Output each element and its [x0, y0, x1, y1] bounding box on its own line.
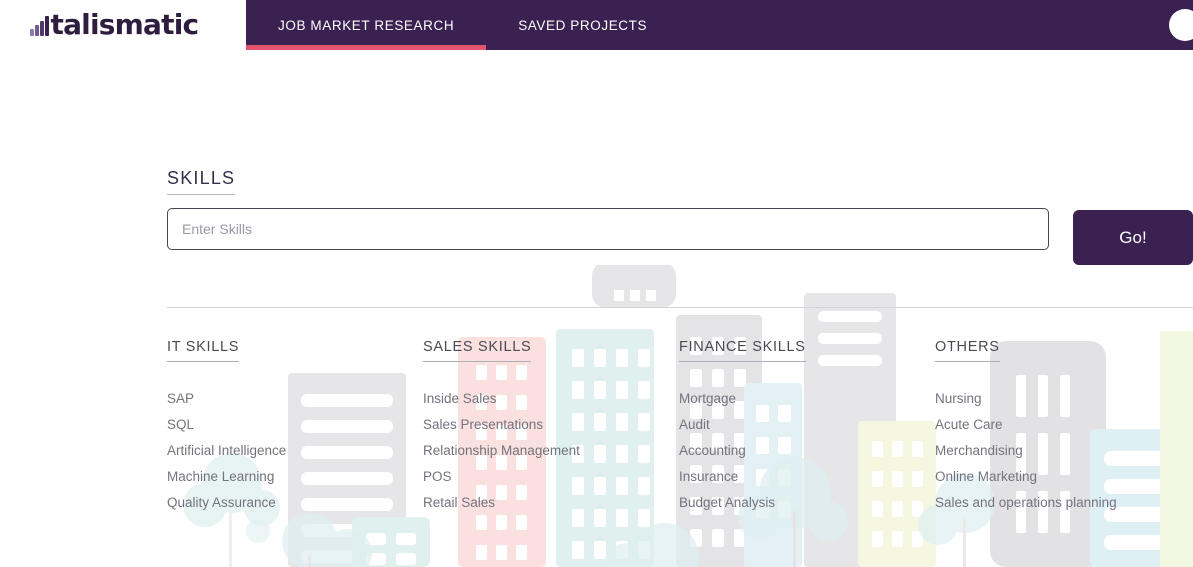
skill-link[interactable]: Insurance [679, 464, 935, 490]
main-nav: JOB MARKET RESEARCH SAVED PROJECTS [246, 0, 679, 50]
skills-section-label: SKILLS [167, 168, 236, 195]
skill-link[interactable]: Audit [679, 412, 935, 438]
go-button[interactable]: Go! [1073, 210, 1193, 265]
nav-item-job-market-research[interactable]: JOB MARKET RESEARCH [246, 0, 487, 50]
skill-link[interactable]: Sales Presentations [423, 412, 679, 438]
column-title: IT SKILLS [167, 339, 240, 362]
skill-link[interactable]: Budget Analysis [679, 490, 935, 516]
active-tab-underline [246, 45, 487, 50]
skill-link[interactable]: Sales and operations planning [935, 490, 1191, 516]
nav-label: SAVED PROJECTS [518, 17, 648, 33]
skill-link[interactable]: Mortgage [679, 386, 935, 412]
skill-link[interactable]: Inside Sales [423, 386, 679, 412]
skills-search-input[interactable] [167, 208, 1049, 250]
skill-link[interactable]: SQL [167, 412, 423, 438]
skill-column-it: IT SKILLS SAP SQL Artificial Intelligenc… [167, 338, 423, 516]
nav-label: JOB MARKET RESEARCH [278, 17, 455, 33]
skill-link[interactable]: SAP [167, 386, 423, 412]
app-root: talismatic JOB MARKET RESEARCH SAVED PRO… [0, 0, 1193, 567]
top-header: talismatic JOB MARKET RESEARCH SAVED PRO… [0, 0, 1193, 50]
logo-text: talismatic [50, 8, 200, 41]
nav-item-saved-projects[interactable]: SAVED PROJECTS [486, 0, 679, 50]
skill-link[interactable]: POS [423, 464, 679, 490]
skill-link[interactable]: Quality Assurance [167, 490, 423, 516]
skill-link[interactable]: Nursing [935, 386, 1191, 412]
bar-chart-icon [30, 14, 49, 36]
skill-link[interactable]: Merchandising [935, 438, 1191, 464]
skill-link[interactable]: Artificial Intelligence [167, 438, 423, 464]
skill-link[interactable]: Relationship Management [423, 438, 679, 464]
skill-column-finance: FINANCE SKILLS Mortgage Audit Accounting… [679, 338, 935, 516]
column-title: FINANCE SKILLS [679, 339, 806, 362]
skill-column-others: OTHERS Nursing Acute Care Merchandising … [935, 338, 1191, 516]
column-title: SALES SKILLS [423, 339, 532, 362]
skill-link[interactable]: Acute Care [935, 412, 1191, 438]
skill-categories: IT SKILLS SAP SQL Artificial Intelligenc… [167, 338, 1193, 516]
main-content: SKILLS Go! IT SKILLS SAP SQL Artificial … [0, 50, 1193, 567]
skill-link[interactable]: Retail Sales [423, 490, 679, 516]
skills-search-row: Go! [167, 208, 1193, 265]
section-divider [167, 307, 1193, 308]
skill-column-sales: SALES SKILLS Inside Sales Sales Presenta… [423, 338, 679, 516]
skill-link[interactable]: Machine Learning [167, 464, 423, 490]
avatar[interactable] [1169, 9, 1193, 41]
skill-link[interactable]: Accounting [679, 438, 935, 464]
column-title: OTHERS [935, 339, 1000, 362]
skill-link[interactable]: Online Marketing [935, 464, 1191, 490]
logo[interactable]: talismatic [0, 0, 246, 50]
